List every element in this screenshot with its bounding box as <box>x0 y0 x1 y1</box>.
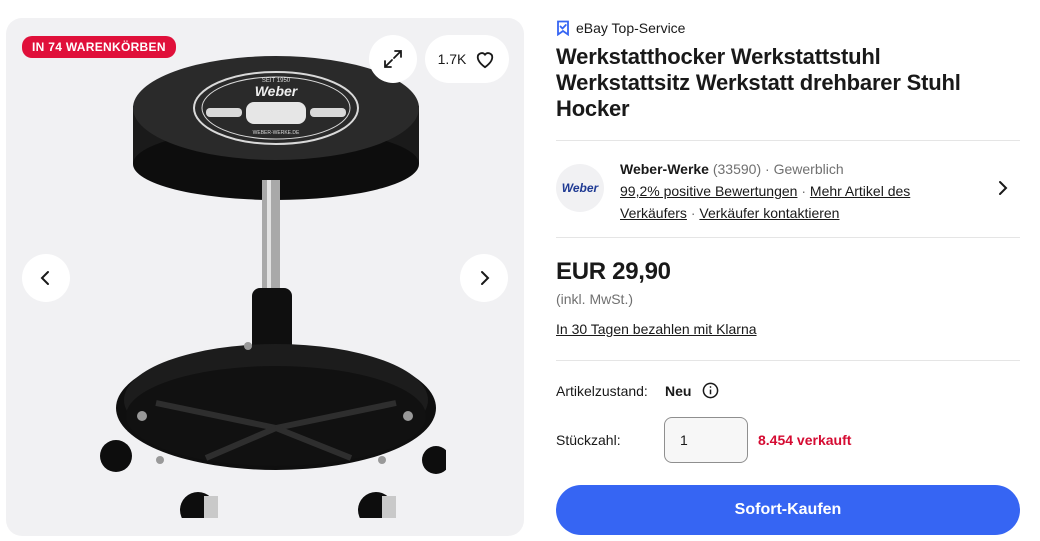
top-service-icon <box>557 20 569 36</box>
seller-logo-text: Weber <box>561 181 599 195</box>
chevron-left-icon <box>40 271 49 285</box>
quantity-input[interactable] <box>664 417 748 463</box>
previous-image-button[interactable] <box>22 254 70 302</box>
expand-icon <box>384 50 402 68</box>
seller-logo[interactable]: Weber <box>556 164 604 212</box>
top-service-text: eBay Top-Service <box>576 20 686 36</box>
watchlist-button[interactable]: 1.7K <box>425 35 509 83</box>
cart-count-badge: IN 74 WARENKÖRBEN <box>22 36 176 58</box>
divider <box>556 360 1020 361</box>
logo-url-text: WEBER-WERKE.DE <box>253 130 300 136</box>
positive-feedback-link[interactable]: 99,2% positive Bewertungen <box>620 183 797 199</box>
separator: · <box>801 183 807 199</box>
chevron-right-icon <box>481 271 490 285</box>
price: EUR 29,90 <box>556 258 671 285</box>
product-image[interactable]: SEIT 1950 Weber WEBER-WERKE.DE <box>86 48 446 518</box>
title-line-3: Hocker <box>556 96 630 121</box>
fullscreen-button[interactable] <box>369 35 417 83</box>
logo-text: Weber <box>255 83 299 99</box>
next-image-button[interactable] <box>460 254 508 302</box>
separator: · <box>765 161 770 177</box>
sold-count: 8.454 verkauft <box>758 432 852 448</box>
title-line-2: Werkstattsitz Werkstatt drehbarer Stuhl <box>556 70 961 95</box>
image-gallery: SEIT 1950 Weber WEBER-WERKE.DE IN 74 WAR… <box>6 18 524 536</box>
seller-card[interactable]: Weber Weber-Werke (33590) · Gewerblich 9… <box>556 150 1020 230</box>
top-service-label: eBay Top-Service <box>556 18 1020 38</box>
divider <box>556 140 1020 141</box>
title-line-1: Werkstatthocker Werkstattstuhl <box>556 44 881 69</box>
tax-note: (inkl. MwSt.) <box>556 291 633 307</box>
klarna-link[interactable]: In 30 Tagen bezahlen mit Klarna <box>556 321 757 337</box>
product-title: Werkstatthocker Werkstattstuhl Werkstatt… <box>556 44 1020 122</box>
quantity-label: Stückzahl: <box>556 432 621 448</box>
divider <box>556 237 1020 238</box>
product-header: eBay Top-Service Werkstatthocker Werksta… <box>556 18 1020 122</box>
separator: · <box>690 205 696 221</box>
condition-label: Artikelzustand: <box>556 383 648 399</box>
chevron-right-icon[interactable] <box>996 180 1010 196</box>
more-items-link-cont[interactable]: Verkäufers <box>620 205 687 221</box>
seller-feedback-count: (33590) <box>712 161 762 177</box>
heart-icon <box>477 52 494 69</box>
contact-seller-link[interactable]: Verkäufer kontaktieren <box>699 205 839 221</box>
seller-name[interactable]: Weber-Werke <box>620 161 709 177</box>
info-icon[interactable] <box>702 382 719 399</box>
more-items-link[interactable]: Mehr Artikel des <box>810 183 910 199</box>
buy-now-button[interactable]: Sofort-Kaufen <box>556 485 1020 535</box>
condition-value: Neu <box>665 383 692 399</box>
seller-type: Gewerblich <box>773 161 844 177</box>
watch-count: 1.7K <box>437 51 467 67</box>
